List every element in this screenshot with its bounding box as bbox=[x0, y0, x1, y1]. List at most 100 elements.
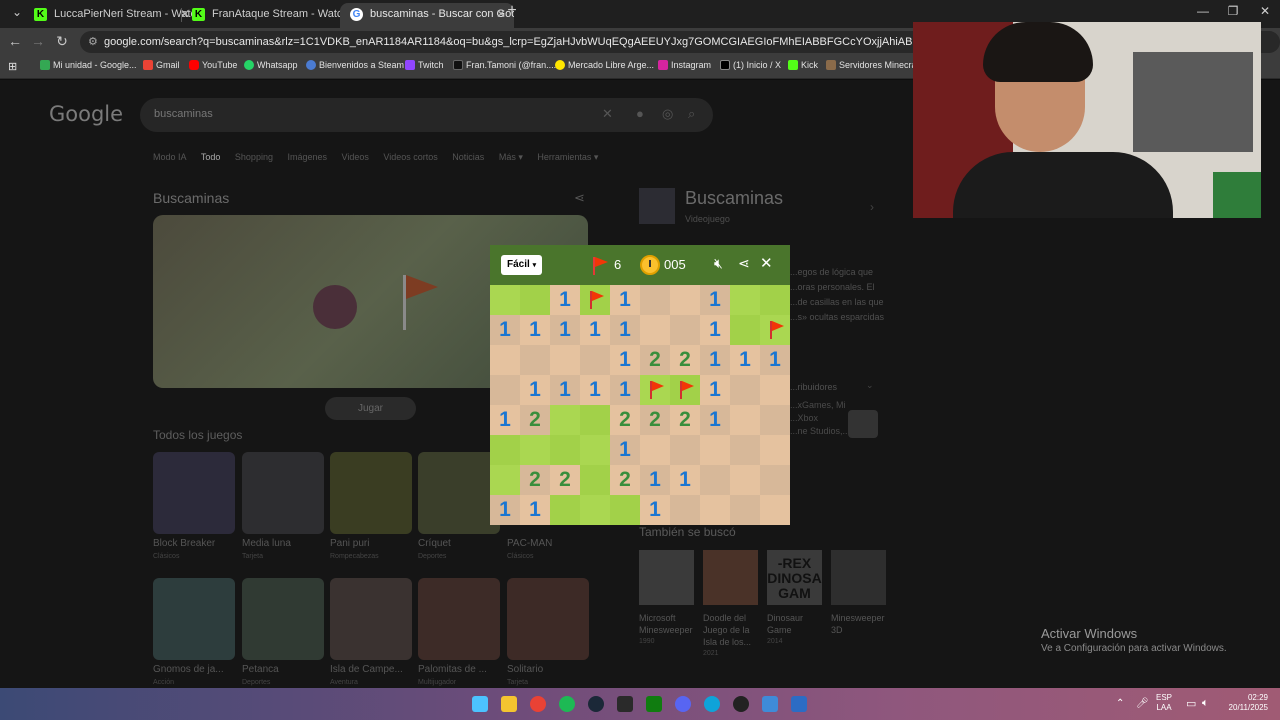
cell-empty[interactable] bbox=[760, 495, 790, 525]
notepad-icon[interactable] bbox=[762, 696, 778, 712]
volume-icon[interactable]: 🔈︎ bbox=[1202, 697, 1209, 710]
related-thumb[interactable] bbox=[703, 550, 758, 605]
game-name[interactable]: Solitario bbox=[507, 664, 543, 675]
tab-2[interactable]: K FranAtaque Stream - Watch Liv ✕ bbox=[182, 3, 356, 28]
cell-number-1[interactable]: 1 bbox=[490, 495, 520, 525]
nav-images[interactable]: Imágenes bbox=[287, 152, 327, 162]
cell-empty[interactable] bbox=[490, 375, 520, 405]
cell-number-1[interactable]: 1 bbox=[640, 465, 670, 495]
cell-number-1[interactable]: 1 bbox=[700, 375, 730, 405]
cell-hidden[interactable] bbox=[580, 495, 610, 525]
cell-number-1[interactable]: 1 bbox=[490, 405, 520, 435]
nav-more[interactable]: Más ▾ bbox=[499, 152, 523, 162]
cell-number-2[interactable]: 2 bbox=[550, 465, 580, 495]
cell-number-2[interactable]: 2 bbox=[670, 405, 700, 435]
difficulty-select[interactable]: Fácil ▾ bbox=[501, 255, 543, 275]
related-thumb[interactable] bbox=[639, 550, 694, 605]
cell-number-1[interactable]: 1 bbox=[520, 315, 550, 345]
cell-hidden[interactable] bbox=[760, 285, 790, 315]
cell-number-1[interactable]: 1 bbox=[700, 285, 730, 315]
cell-empty[interactable] bbox=[760, 465, 790, 495]
bookmark-item[interactable]: YouTube bbox=[189, 60, 237, 70]
related-item[interactable]: Doodle del Juego de la Isla de los... 202… bbox=[703, 612, 758, 660]
cell-empty[interactable] bbox=[640, 315, 670, 345]
bookmark-item[interactable]: Whatsapp bbox=[244, 60, 298, 70]
bookmark-item[interactable]: (1) Inicio / X bbox=[720, 60, 781, 70]
cell-empty[interactable] bbox=[550, 345, 580, 375]
cell-empty[interactable] bbox=[670, 285, 700, 315]
reload-icon[interactable]: ↻ bbox=[52, 33, 72, 50]
bookmark-item[interactable]: Fran.Tamoni (@fran.... bbox=[453, 60, 556, 70]
chevron-down-icon[interactable]: ⌄ bbox=[866, 380, 874, 391]
game-name[interactable]: Pani puri bbox=[330, 538, 369, 549]
cell-number-1[interactable]: 1 bbox=[520, 495, 550, 525]
share-icon[interactable]: ⋖ bbox=[738, 255, 750, 272]
game-thumb[interactable] bbox=[418, 578, 500, 660]
obs-icon[interactable] bbox=[733, 696, 749, 712]
spotify-icon[interactable] bbox=[559, 696, 575, 712]
cell-number-1[interactable]: 1 bbox=[520, 375, 550, 405]
game-name[interactable]: Gnomos de ja... bbox=[153, 664, 224, 675]
game-name[interactable]: Media luna bbox=[242, 538, 291, 549]
cell-empty[interactable] bbox=[640, 285, 670, 315]
cell-number-2[interactable]: 2 bbox=[670, 345, 700, 375]
cell-number-1[interactable]: 1 bbox=[550, 375, 580, 405]
back-icon[interactable]: ← bbox=[5, 33, 25, 49]
cell-number-1[interactable]: 1 bbox=[640, 495, 670, 525]
cell-empty[interactable] bbox=[520, 345, 550, 375]
cell-hidden[interactable] bbox=[520, 435, 550, 465]
cell-empty[interactable] bbox=[730, 375, 760, 405]
game-name[interactable]: Isla de Campe... bbox=[330, 664, 403, 675]
cell-number-1[interactable]: 1 bbox=[760, 345, 790, 375]
game-thumb[interactable] bbox=[507, 578, 589, 660]
cell-number-1[interactable]: 1 bbox=[580, 315, 610, 345]
tray-chevron-icon[interactable]: ⌃ bbox=[1116, 698, 1124, 709]
cell-hidden[interactable] bbox=[550, 495, 580, 525]
cell-flagged[interactable] bbox=[640, 375, 670, 405]
nav-all[interactable]: Todo bbox=[201, 152, 221, 162]
related-item[interactable]: Dinosaur Game 2014 bbox=[767, 612, 822, 648]
mic-icon[interactable]: ● bbox=[636, 106, 644, 121]
game-name[interactable]: PAC-MAN bbox=[507, 538, 552, 549]
game-thumb[interactable] bbox=[242, 578, 324, 660]
forward-icon[interactable]: → bbox=[28, 33, 48, 49]
search-icon[interactable]: ⌕ bbox=[688, 106, 695, 122]
cell-empty[interactable] bbox=[760, 435, 790, 465]
edge-icon[interactable] bbox=[704, 696, 720, 712]
epic-games-icon[interactable] bbox=[617, 696, 633, 712]
bookmark-item[interactable]: Kick bbox=[788, 60, 818, 70]
cell-empty[interactable] bbox=[730, 495, 760, 525]
cell-number-1[interactable]: 1 bbox=[550, 315, 580, 345]
cell-number-1[interactable]: 1 bbox=[700, 405, 730, 435]
cell-number-2[interactable]: 2 bbox=[520, 465, 550, 495]
lens-icon[interactable]: ◎ bbox=[662, 106, 673, 122]
game-thumb[interactable] bbox=[330, 578, 412, 660]
search-input[interactable]: buscaminas bbox=[154, 108, 213, 120]
bookmark-item[interactable]: Mi unidad - Google... bbox=[40, 60, 137, 70]
cell-number-1[interactable]: 1 bbox=[610, 435, 640, 465]
cell-empty[interactable] bbox=[670, 435, 700, 465]
cell-flagged[interactable] bbox=[670, 375, 700, 405]
cell-number-1[interactable]: 1 bbox=[730, 345, 760, 375]
cell-hidden[interactable] bbox=[490, 285, 520, 315]
steam-icon[interactable] bbox=[588, 696, 604, 712]
game-thumb[interactable] bbox=[153, 578, 235, 660]
chrome-icon[interactable] bbox=[530, 696, 546, 712]
play-button[interactable]: Jugar bbox=[325, 397, 416, 420]
share-icon[interactable]: ⋖ bbox=[574, 190, 585, 206]
related-item[interactable]: Microsoft Minesweeper 1990 bbox=[639, 612, 699, 648]
file-explorer-icon[interactable] bbox=[501, 696, 517, 712]
cell-number-1[interactable]: 1 bbox=[610, 345, 640, 375]
related-item[interactable]: Minesweeper 3D bbox=[831, 612, 886, 636]
cell-number-1[interactable]: 1 bbox=[670, 465, 700, 495]
cell-number-2[interactable]: 2 bbox=[520, 405, 550, 435]
game-thumb[interactable] bbox=[153, 452, 235, 534]
xbox-icon[interactable] bbox=[646, 696, 662, 712]
cell-hidden[interactable] bbox=[550, 435, 580, 465]
bookmark-item[interactable]: Bienvenidos a Steam bbox=[306, 60, 404, 70]
cell-empty[interactable] bbox=[670, 315, 700, 345]
cell-hidden[interactable] bbox=[730, 315, 760, 345]
minimize-icon[interactable]: — bbox=[1188, 4, 1218, 18]
cell-flagged[interactable] bbox=[580, 285, 610, 315]
mic-tray-icon[interactable]: 🎤︎ bbox=[1136, 698, 1149, 709]
